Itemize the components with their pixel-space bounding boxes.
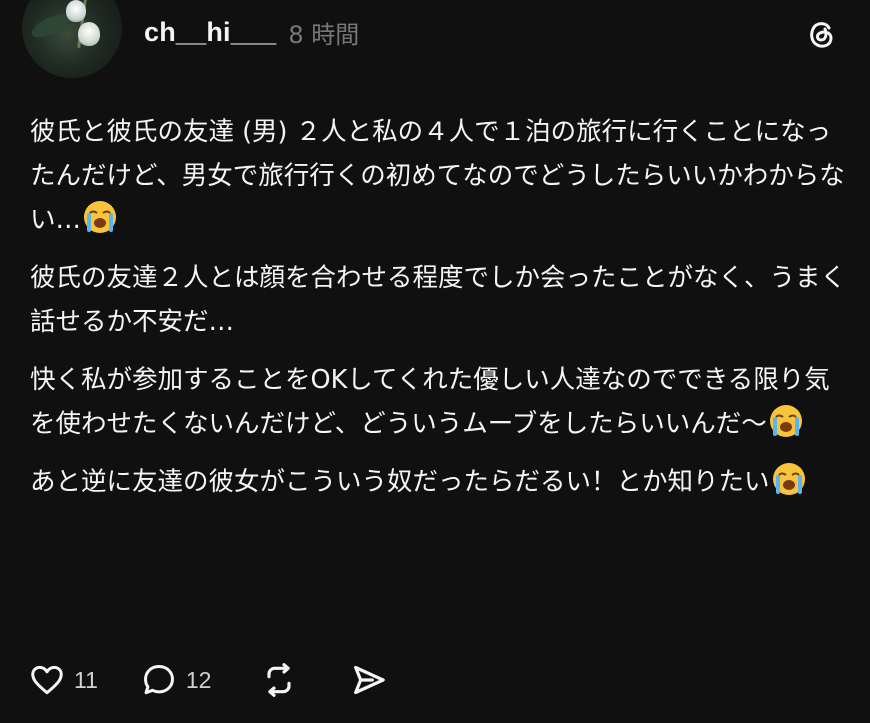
- repost-icon: [267, 663, 292, 697]
- post-header: ch__hi___ 8 時間: [144, 14, 359, 50]
- avatar[interactable]: [22, 0, 122, 78]
- comment-icon: [143, 665, 174, 695]
- crying-face-icon: [84, 201, 117, 233]
- share-icon: [354, 665, 386, 695]
- post-paragraph: 快く私が参加することをOKしてくれた優しい人達なのでできる限り気を使わせたくない…: [30, 365, 830, 439]
- crying-face-icon: [772, 463, 805, 495]
- post-paragraph: 彼氏と彼氏の友達 (男) ２人と私の４人で１泊の旅行に行くことになったんだけど、…: [30, 117, 845, 235]
- share-button[interactable]: [349, 660, 389, 700]
- like-button[interactable]: 11: [28, 661, 98, 699]
- threads-icon[interactable]: [803, 16, 839, 52]
- repost-button[interactable]: [259, 660, 299, 700]
- post-time: 8 時間: [288, 20, 360, 49]
- like-count: 11: [74, 666, 98, 693]
- reply-count: 12: [185, 666, 212, 693]
- username[interactable]: ch__hi___: [144, 17, 276, 48]
- post-paragraph: 彼氏の友達２人とは顔を合わせる程度でしか会ったことがなく、うまく話せるか不安だ…: [30, 263, 847, 337]
- crying-face-icon: [769, 405, 802, 437]
- post-actions: 11 12: [28, 658, 389, 702]
- reply-button[interactable]: 12: [140, 661, 212, 699]
- heart-icon: [31, 665, 63, 695]
- post-body: 彼氏と彼氏の友達 (男) ２人と私の４人で１泊の旅行に行くことになったんだけど、…: [30, 110, 850, 518]
- post-paragraph: あと逆に友達の彼女がこういう奴だったらだるい！とか知りたい: [30, 460, 850, 504]
